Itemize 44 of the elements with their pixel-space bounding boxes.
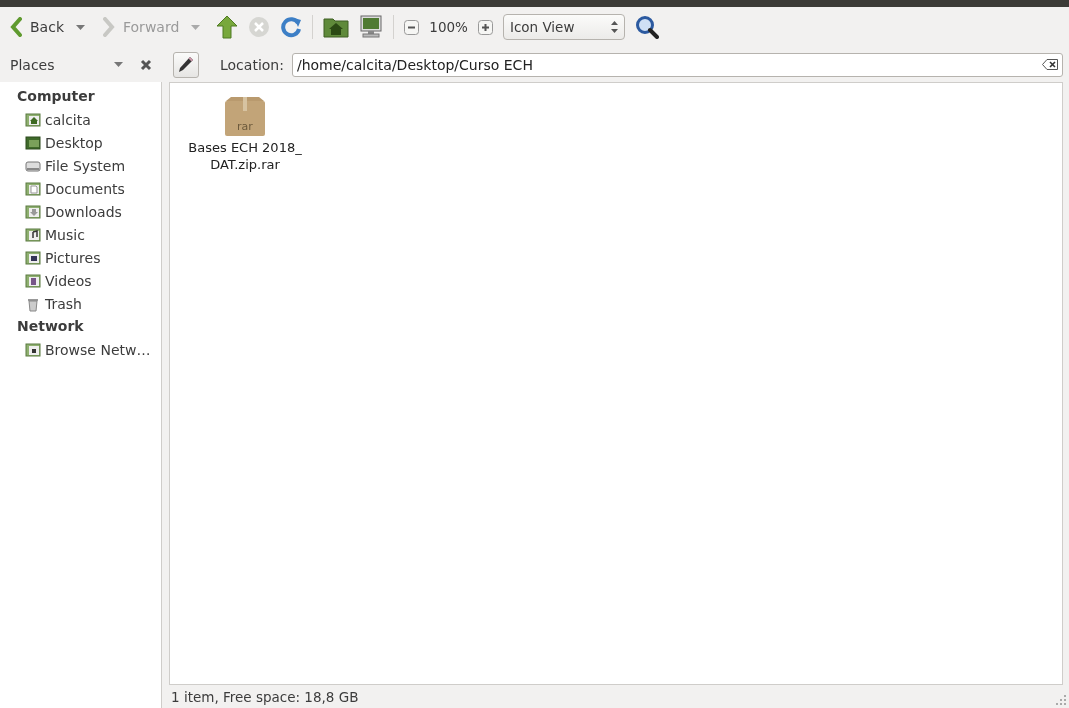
sidebar-item[interactable]: calcita	[45, 111, 91, 128]
desktop-folder-icon	[25, 134, 41, 151]
network-folder-icon	[25, 341, 41, 358]
file-item[interactable]: rar Bases ECH 2018_ DAT.zip.rar	[180, 95, 310, 175]
side-pane-title[interactable]: Places	[10, 56, 114, 73]
videos-folder-icon	[25, 272, 41, 289]
location-field[interactable]: /home/calcita/Desktop/Curso ECH	[291, 52, 1063, 77]
up-arrow-icon[interactable]	[216, 15, 239, 39]
clear-icon[interactable]	[1042, 59, 1058, 70]
sidebar-item[interactable]: Browse Netw…	[45, 341, 151, 358]
search-icon[interactable]	[634, 15, 659, 39]
resize-grip-icon[interactable]	[1056, 695, 1066, 705]
reload-icon[interactable]	[280, 16, 303, 38]
caret-icon[interactable]	[114, 62, 123, 67]
sidebar-item[interactable]: Downloads	[45, 203, 122, 220]
sidebar-item[interactable]: Desktop	[45, 134, 103, 151]
sidebar-heading: Computer	[16, 87, 96, 106]
zoom-level: 100%	[429, 19, 468, 35]
view-mode-dropdown[interactable]: Icon View	[502, 14, 625, 40]
sidebar-item[interactable]: Trash	[45, 295, 82, 312]
home-folder-icon[interactable]	[323, 16, 350, 38]
downloads-folder-icon	[25, 203, 41, 220]
location-label: Location:	[220, 56, 284, 73]
zoom-in-icon[interactable]	[477, 19, 493, 35]
edit-location-button[interactable]	[173, 51, 199, 78]
documents-folder-icon	[25, 180, 41, 197]
status-text: 1 item, Free space: 18,8 GB	[171, 688, 359, 705]
pencil-icon	[178, 55, 194, 74]
home-folder-icon	[25, 111, 41, 128]
pictures-folder-icon	[25, 249, 41, 266]
spinner-arrows-icon	[610, 21, 618, 33]
close-icon[interactable]	[140, 58, 152, 71]
sidebar-item[interactable]: File System	[45, 157, 126, 174]
zoom-out-icon[interactable]	[404, 19, 420, 35]
sidebar-item[interactable]: Documents	[45, 180, 125, 197]
caret-icon[interactable]	[76, 24, 85, 30]
computer-icon[interactable]	[359, 15, 384, 39]
sidebar-item[interactable]: Pictures	[45, 249, 101, 266]
music-folder-icon	[25, 226, 41, 243]
sidebar-item[interactable]: Videos	[45, 272, 92, 289]
sidebar-item[interactable]: Music	[45, 226, 85, 243]
back-button[interactable]: Back	[8, 15, 66, 39]
file-name: Bases ECH 2018_ DAT.zip.rar	[187, 139, 303, 173]
sidebar-heading: Network	[16, 317, 85, 336]
